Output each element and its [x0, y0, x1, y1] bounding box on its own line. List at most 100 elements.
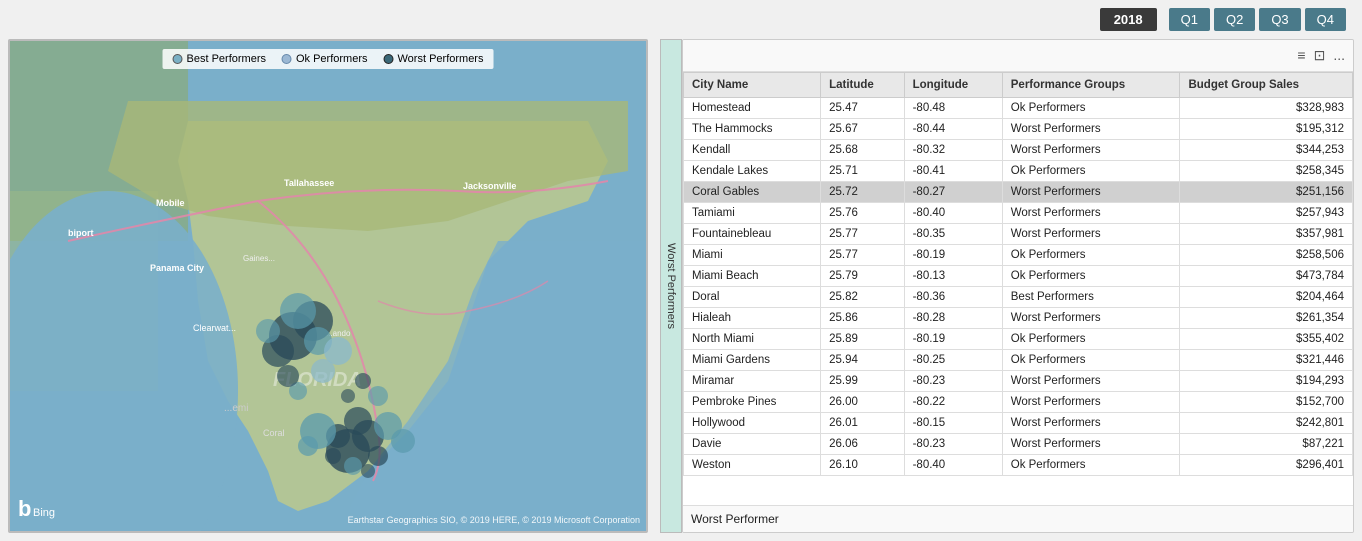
svg-text:Tallahassee: Tallahassee	[284, 178, 334, 188]
table-panel: ≡ ⊡ ... City Name Latitude Longitude Per…	[682, 39, 1354, 533]
table-row[interactable]: Hollywood26.01-80.15Worst Performers$242…	[684, 413, 1353, 434]
table-container[interactable]: City Name Latitude Longitude Performance…	[683, 72, 1353, 505]
cell-city: Miami Beach	[684, 266, 821, 287]
map-attribution: Earthstar Geographics SIO, © 2019 HERE, …	[348, 515, 640, 525]
svg-text:Mobile: Mobile	[156, 198, 184, 208]
cell-group: Worst Performers	[1002, 119, 1180, 140]
col-lat: Latitude	[821, 73, 904, 98]
cell-sales: $473,784	[1180, 266, 1353, 287]
svg-text:b: b	[18, 496, 31, 521]
cell-lon: -80.23	[904, 434, 1002, 455]
table-row[interactable]: North Miami25.89-80.19Ok Performers$355,…	[684, 329, 1353, 350]
cell-lat: 25.94	[821, 350, 904, 371]
cell-city: Miramar	[684, 371, 821, 392]
cell-lat: 25.82	[821, 287, 904, 308]
cell-city: Pembroke Pines	[684, 392, 821, 413]
cell-sales: $251,156	[1180, 182, 1353, 203]
cell-lon: -80.36	[904, 287, 1002, 308]
cell-group: Best Performers	[1002, 287, 1180, 308]
cell-city: Fountainebleau	[684, 224, 821, 245]
cell-sales: $355,402	[1180, 329, 1353, 350]
q4-button[interactable]: Q4	[1305, 8, 1346, 31]
legend-ok-label: Ok Performers	[296, 53, 368, 65]
table-row[interactable]: Miramar25.99-80.23Worst Performers$194,2…	[684, 371, 1353, 392]
cell-group: Ok Performers	[1002, 350, 1180, 371]
cell-city: Miami	[684, 245, 821, 266]
cell-lat: 25.67	[821, 119, 904, 140]
table-row[interactable]: Miami25.77-80.19Ok Performers$258,506	[684, 245, 1353, 266]
table-row[interactable]: Fountainebleau25.77-80.35Worst Performer…	[684, 224, 1353, 245]
svg-text:Jacksonville: Jacksonville	[463, 181, 516, 191]
col-sales: Budget Group Sales	[1180, 73, 1353, 98]
cell-lon: -80.22	[904, 392, 1002, 413]
cell-city: Tamiami	[684, 203, 821, 224]
table-row[interactable]: Tamiami25.76-80.40Worst Performers$257,9…	[684, 203, 1353, 224]
top-bar: 2018 Q1 Q2 Q3 Q4	[0, 0, 1362, 39]
table-row[interactable]: Miami Gardens25.94-80.25Ok Performers$32…	[684, 350, 1353, 371]
cell-lon: -80.23	[904, 371, 1002, 392]
cell-group: Worst Performers	[1002, 224, 1180, 245]
table-row[interactable]: Kendale Lakes25.71-80.41Ok Performers$25…	[684, 161, 1353, 182]
cell-lon: -80.15	[904, 413, 1002, 434]
svg-text:Panama City: Panama City	[150, 263, 204, 273]
lines-icon[interactable]: ≡	[1297, 47, 1305, 64]
cell-lat: 25.76	[821, 203, 904, 224]
cell-lat: 25.77	[821, 245, 904, 266]
cell-city: Davie	[684, 434, 821, 455]
col-lon: Longitude	[904, 73, 1002, 98]
table-row[interactable]: Davie26.06-80.23Worst Performers$87,221	[684, 434, 1353, 455]
cell-city: Kendall	[684, 140, 821, 161]
table-row[interactable]: Pembroke Pines26.00-80.22Worst Performer…	[684, 392, 1353, 413]
cell-lon: -80.19	[904, 245, 1002, 266]
cell-lat: 26.01	[821, 413, 904, 434]
main-content: Best Performers Ok Performers Worst Perf…	[0, 39, 1362, 541]
col-group: Performance Groups	[1002, 73, 1180, 98]
cell-lat: 25.68	[821, 140, 904, 161]
table-row[interactable]: Weston26.10-80.40Ok Performers$296,401	[684, 455, 1353, 476]
cell-city: Hollywood	[684, 413, 821, 434]
cell-city: Kendale Lakes	[684, 161, 821, 182]
cell-group: Worst Performers	[1002, 140, 1180, 161]
table-row[interactable]: Miami Beach25.79-80.13Ok Performers$473,…	[684, 266, 1353, 287]
map-svg: biport Mobile Tallahassee Jacksonville P…	[10, 41, 646, 531]
cell-sales: $194,293	[1180, 371, 1353, 392]
cell-lon: -80.41	[904, 161, 1002, 182]
legend-ok-performers: Ok Performers	[282, 53, 368, 65]
cell-sales: $152,700	[1180, 392, 1353, 413]
cell-sales: $357,981	[1180, 224, 1353, 245]
cell-lat: 25.99	[821, 371, 904, 392]
table-row[interactable]: Hialeah25.86-80.28Worst Performers$261,3…	[684, 308, 1353, 329]
cell-lat: 25.71	[821, 161, 904, 182]
expand-icon[interactable]: ⊡	[1314, 47, 1326, 64]
table-row[interactable]: Homestead25.47-80.48Ok Performers$328,98…	[684, 98, 1353, 119]
cell-sales: $321,446	[1180, 350, 1353, 371]
q2-button[interactable]: Q2	[1214, 8, 1255, 31]
svg-text:biport: biport	[68, 228, 93, 238]
q3-button[interactable]: Q3	[1259, 8, 1300, 31]
cell-lon: -80.19	[904, 329, 1002, 350]
q1-button[interactable]: Q1	[1169, 8, 1210, 31]
cell-group: Worst Performers	[1002, 413, 1180, 434]
legend-worst-label: Worst Performers	[398, 53, 484, 65]
cell-sales: $328,983	[1180, 98, 1353, 119]
cell-lat: 25.47	[821, 98, 904, 119]
year-badge: 2018	[1100, 8, 1157, 31]
best-performers-dot	[173, 54, 183, 64]
table-row[interactable]: Kendall25.68-80.32Worst Performers$344,2…	[684, 140, 1353, 161]
cell-sales: $258,345	[1180, 161, 1353, 182]
table-row[interactable]: Coral Gables25.72-80.27Worst Performers$…	[684, 182, 1353, 203]
cell-lon: -80.32	[904, 140, 1002, 161]
svg-text:Bing: Bing	[33, 507, 55, 519]
table-row[interactable]: Doral25.82-80.36Best Performers$204,464	[684, 287, 1353, 308]
worst-performers-dot	[384, 54, 394, 64]
table-row[interactable]: The Hammocks25.67-80.44Worst Performers$…	[684, 119, 1353, 140]
cell-sales: $87,221	[1180, 434, 1353, 455]
cell-lon: -80.35	[904, 224, 1002, 245]
more-icon[interactable]: ...	[1333, 47, 1345, 64]
cell-lon: -80.28	[904, 308, 1002, 329]
cell-city: Coral Gables	[684, 182, 821, 203]
cell-sales: $257,943	[1180, 203, 1353, 224]
legend-worst-performers: Worst Performers	[384, 53, 484, 65]
cell-lon: -80.13	[904, 266, 1002, 287]
cell-city: North Miami	[684, 329, 821, 350]
